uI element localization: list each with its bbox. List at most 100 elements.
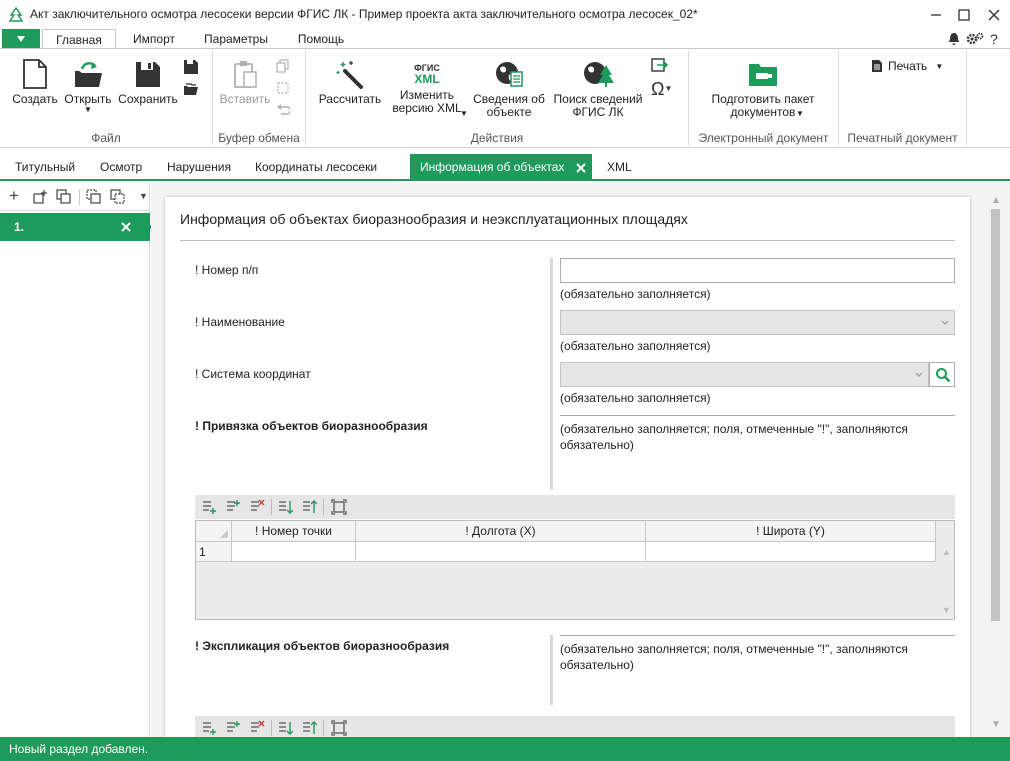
save-as-icon[interactable]: [183, 59, 199, 75]
export-icon[interactable]: [651, 57, 669, 73]
fullscreen-icon[interactable]: [331, 499, 347, 515]
coord-system-label: ! Система координат: [195, 367, 311, 381]
menu-tab-params[interactable]: Параметры: [194, 29, 278, 49]
prepare-package-button[interactable]: Подготовить пакет документов ▼: [700, 59, 826, 119]
cell-latitude[interactable]: [646, 542, 936, 562]
folder-small-icon[interactable]: [183, 81, 199, 97]
tab-inspection[interactable]: Осмотр: [100, 154, 142, 181]
group-label-file: Файл: [91, 131, 121, 145]
change-xml-version-button[interactable]: ФГИС XML Изменить версию XML ▼: [386, 59, 468, 119]
binding-grid-toolbar: [195, 495, 955, 519]
search-fgis-button[interactable]: Поиск сведений ФГИС ЛК: [550, 59, 646, 119]
symbol-omega-button[interactable]: Ω▼: [651, 79, 672, 100]
fullscreen-icon[interactable]: [331, 720, 347, 736]
toolbar-separator: [79, 189, 80, 205]
cell-point[interactable]: [232, 542, 356, 562]
cut-icon[interactable]: [276, 81, 290, 95]
create-button[interactable]: Создать: [10, 59, 60, 106]
maximize-button[interactable]: [950, 2, 978, 28]
open-folder-icon: [75, 62, 102, 87]
calculate-label: Рассчитать: [318, 92, 382, 106]
scroll-thumb[interactable]: [991, 209, 1000, 621]
delete-row-icon[interactable]: [249, 720, 265, 736]
triangle-down-icon: [17, 36, 25, 42]
add-icon[interactable]: +: [9, 186, 19, 206]
delete-row-icon[interactable]: [249, 499, 265, 515]
tab-violations[interactable]: Нарушения: [167, 154, 231, 181]
close-icon: [988, 9, 1000, 21]
open-button[interactable]: Открыть ▼: [62, 59, 114, 114]
grid-scroll-up-icon[interactable]: ▲: [942, 547, 951, 557]
toolbar-overflow-icon[interactable]: ▼: [139, 191, 148, 201]
paste-section-icon[interactable]: [110, 189, 126, 205]
paste-button[interactable]: Вставить: [218, 59, 272, 106]
dropdown-arrow-icon: ▼: [935, 61, 944, 71]
insert-row-icon[interactable]: [225, 499, 241, 515]
print-label: Печать: [888, 59, 928, 73]
object-info-button[interactable]: Сведения об объекте: [470, 59, 548, 119]
menu-tab-import[interactable]: Импорт: [120, 29, 188, 49]
gears-icon[interactable]: [966, 31, 984, 47]
minimize-button[interactable]: [922, 2, 950, 28]
coord-system-search-button[interactable]: [929, 362, 955, 387]
fgis-xml-icon-bottom: XML: [414, 72, 440, 86]
clipboard-paste-icon: [234, 61, 257, 88]
insert-row-icon[interactable]: [225, 720, 241, 736]
calculate-button[interactable]: Рассчитать: [316, 59, 384, 106]
tab-coordinates[interactable]: Координаты лесосеки: [255, 154, 377, 181]
section-item-1[interactable]: 1.: [0, 213, 152, 241]
column-header-latitude[interactable]: ! Широта (Y): [646, 521, 936, 542]
tab-object-info[interactable]: Информация об объектах: [410, 154, 592, 181]
main-scrollbar[interactable]: ▲ ▼: [989, 195, 1003, 735]
search-icon: [936, 368, 951, 383]
help-button[interactable]: ?: [990, 31, 998, 47]
move-up-icon[interactable]: [301, 499, 317, 515]
menu-tab-help[interactable]: Помощь: [286, 29, 356, 49]
grid-scroll-down-icon[interactable]: ▼: [942, 605, 951, 615]
tab-title-page[interactable]: Титульный: [15, 154, 75, 181]
duplicate-icon[interactable]: [56, 189, 72, 205]
save-button[interactable]: Сохранить: [116, 59, 180, 106]
binding-grid: ! Номер точки ! Долгота (X) ! Широта (Y)…: [195, 520, 955, 620]
undo-icon[interactable]: [276, 103, 290, 117]
floppy-disk-icon: [136, 62, 160, 87]
copy-icon[interactable]: [276, 59, 290, 73]
delete-section-icon[interactable]: [121, 222, 131, 232]
add-row-icon[interactable]: [201, 499, 217, 515]
dropdown-arrow-icon: ▼: [84, 105, 92, 114]
row-header-corner: [196, 521, 232, 542]
binding-divider: [560, 415, 955, 416]
create-label: Создать: [12, 92, 58, 106]
cell-longitude[interactable]: [356, 542, 646, 562]
ribbon: Создать Открыть ▼ Сохранить Файл Вставит…: [0, 48, 1010, 148]
move-down-icon[interactable]: [277, 499, 293, 515]
coord-system-select[interactable]: [560, 362, 929, 387]
corner-triangle-icon: [220, 530, 228, 538]
print-button[interactable]: Печать ▼: [870, 59, 943, 73]
column-header-longitude[interactable]: ! Долгота (X): [356, 521, 646, 542]
number-input[interactable]: [560, 258, 955, 283]
chevron-down-icon: [915, 372, 923, 377]
close-tab-icon[interactable]: [576, 163, 586, 173]
close-button[interactable]: [980, 2, 1008, 28]
add-child-icon[interactable]: [32, 189, 48, 205]
bell-icon[interactable]: [946, 31, 962, 47]
coord-system-note: (обязательно заполняется): [560, 391, 711, 405]
menu-tab-main[interactable]: Главная: [42, 29, 116, 50]
number-label: ! Номер п/п: [195, 263, 259, 277]
move-down-icon[interactable]: [277, 720, 293, 736]
binding-note: (обязательно заполняется; поля, отмеченн…: [560, 422, 908, 452]
field-separator-bar: [550, 258, 553, 490]
copy-section-icon[interactable]: [86, 189, 102, 205]
scroll-down-icon[interactable]: ▼: [991, 719, 1001, 730]
file-menu-button[interactable]: [2, 29, 40, 49]
add-row-icon[interactable]: [201, 720, 217, 736]
column-header-point[interactable]: ! Номер точки: [232, 521, 356, 542]
move-up-icon[interactable]: [301, 720, 317, 736]
heading-divider: [180, 240, 955, 241]
name-select[interactable]: [560, 310, 955, 335]
scroll-up-icon[interactable]: ▲: [991, 195, 1001, 206]
name-label: ! Наименование: [195, 315, 285, 329]
paste-label: Вставить: [219, 92, 271, 106]
tab-xml[interactable]: XML: [607, 154, 632, 181]
